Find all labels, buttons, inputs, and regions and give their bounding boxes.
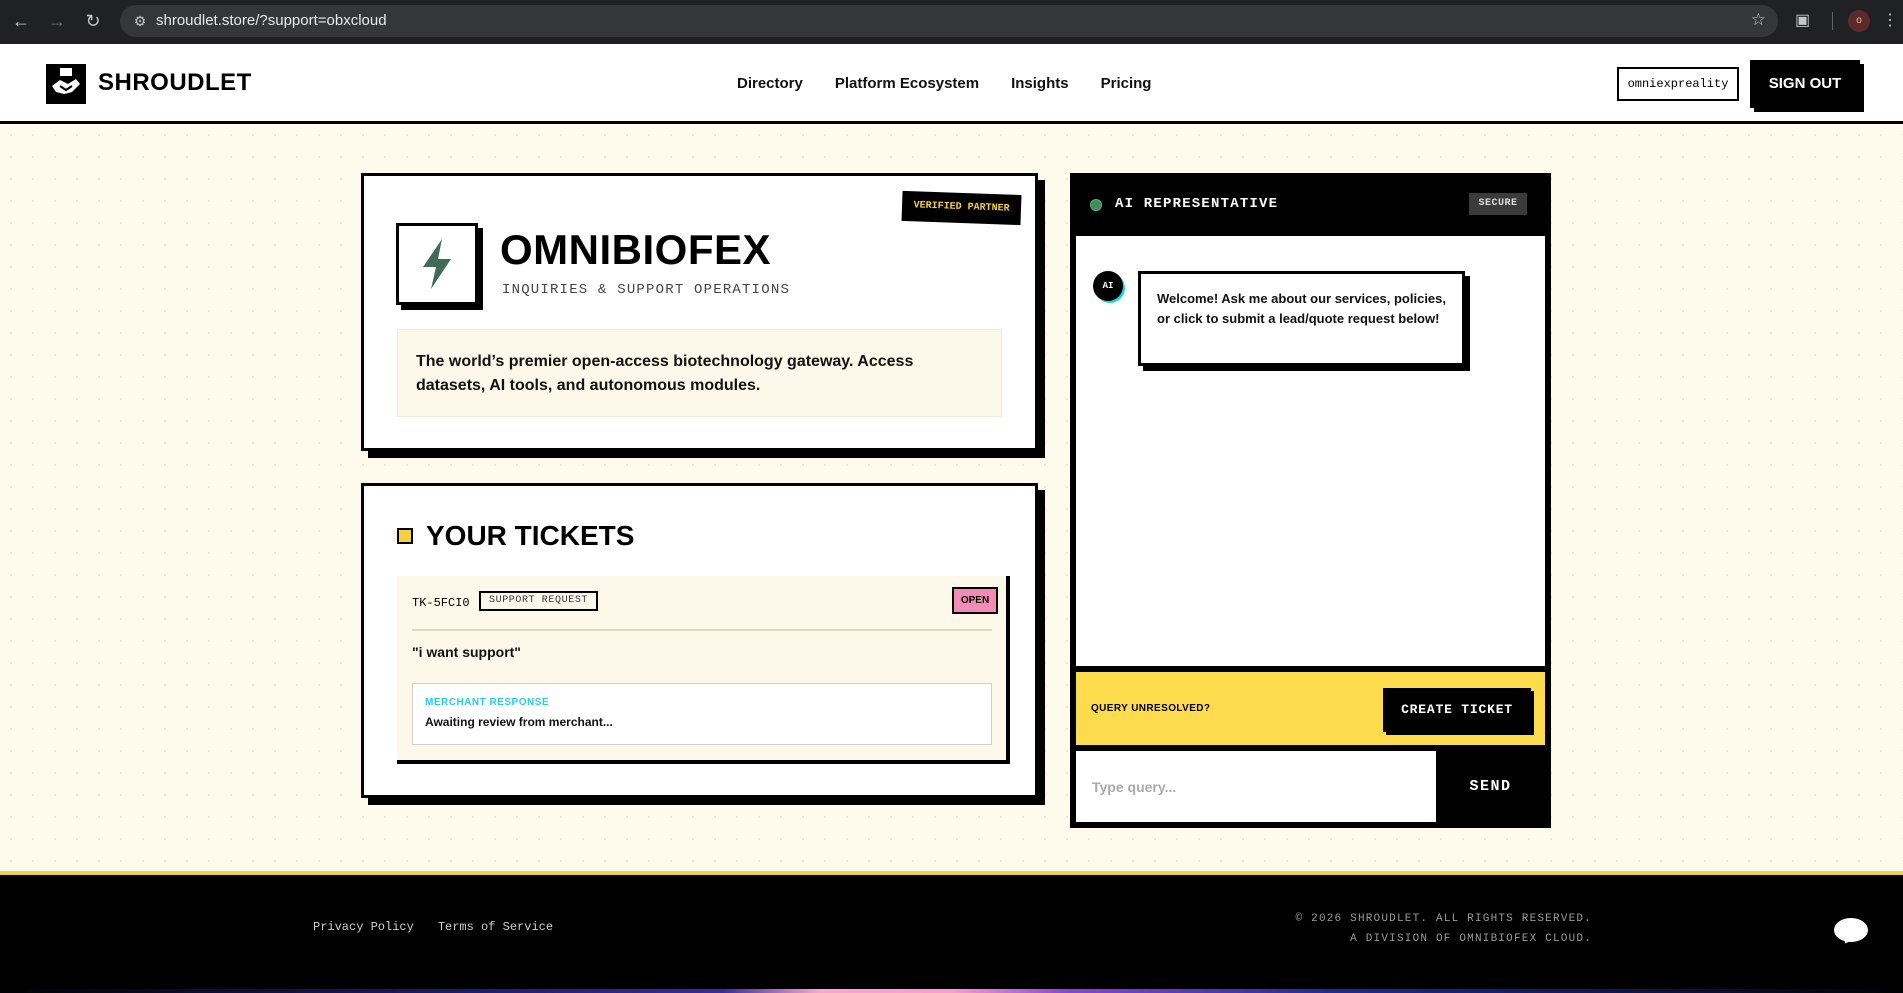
ai-chat-panel: AI REPRESENTATIVE SECURE AI Welcome! Ask… bbox=[1070, 173, 1551, 828]
ticket-item[interactable]: TK-5FCI0 SUPPORT REQUEST OPEN "i want su… bbox=[397, 576, 1010, 764]
send-button[interactable]: SEND bbox=[1436, 751, 1545, 822]
sign-out-button[interactable]: SIGN OUT bbox=[1750, 60, 1860, 108]
chat-messages[interactable]: AI Welcome! Ask me about our services, p… bbox=[1076, 236, 1545, 666]
ticket-type-badge: SUPPORT REQUEST bbox=[479, 591, 599, 611]
logo-text[interactable]: SHROUDLET bbox=[98, 69, 252, 97]
nav-directory[interactable]: Directory bbox=[737, 75, 803, 92]
back-arrow-icon[interactable]: ← bbox=[10, 10, 32, 32]
merchant-response-label: MERCHANT RESPONSE bbox=[425, 697, 550, 708]
merchant-response-box: MERCHANT RESPONSE Awaiting review from m… bbox=[412, 683, 992, 745]
section-square-icon bbox=[397, 528, 413, 544]
ai-avatar: AI bbox=[1093, 271, 1123, 301]
company-card: VERIFIED PARTNER OMNIBIOFEX INQUIRIES & … bbox=[361, 173, 1038, 451]
forward-arrow-icon[interactable]: → bbox=[46, 10, 68, 32]
divider bbox=[412, 629, 992, 631]
footer-gradient-bar bbox=[0, 989, 1903, 993]
chat-query-input[interactable] bbox=[1076, 751, 1436, 822]
browser-toolbar: ← → ↻ ⚙ shroudlet.store/?support=obxclou… bbox=[0, 0, 1903, 44]
merchant-response-text: Awaiting review from merchant... bbox=[425, 715, 613, 729]
address-bar[interactable]: ⚙ shroudlet.store/?support=obxcloud ☆ bbox=[120, 5, 1778, 37]
site-header: SHROUDLET Directory Platform Ecosystem I… bbox=[0, 44, 1903, 124]
kebab-menu-icon[interactable]: ⋮ bbox=[1882, 10, 1898, 30]
query-unresolved-label: QUERY UNRESOLVED? bbox=[1091, 703, 1211, 714]
main-nav: Directory Platform Ecosystem Insights Pr… bbox=[737, 75, 1151, 92]
company-description: The world’s premier open-access biotechn… bbox=[397, 329, 1002, 417]
username-badge[interactable]: omniexpreality bbox=[1617, 67, 1739, 101]
tickets-heading: YOUR TICKETS bbox=[426, 520, 635, 551]
ticket-message: "i want support" bbox=[412, 644, 521, 660]
ticket-status-badge: OPEN bbox=[952, 587, 998, 614]
division-line: A DIVISION OF OMNIBIOFEX CLOUD. bbox=[1350, 933, 1592, 945]
secure-badge: SECURE bbox=[1469, 193, 1527, 215]
create-ticket-button[interactable]: CREATE TICKET bbox=[1383, 688, 1531, 732]
footer-links: Privacy Policy Terms of Service bbox=[313, 920, 553, 934]
company-logo bbox=[396, 223, 478, 305]
tab-search-icon[interactable]: ▣ bbox=[1795, 10, 1810, 30]
profile-avatar[interactable]: o bbox=[1848, 10, 1870, 32]
chat-title: AI REPRESENTATIVE bbox=[1115, 196, 1279, 212]
copyright-line: © 2026 SHROUDLET. ALL RIGHTS RESERVED. bbox=[1295, 913, 1592, 925]
chat-header: AI REPRESENTATIVE SECURE bbox=[1073, 176, 1548, 234]
nav-platform-ecosystem[interactable]: Platform Ecosystem bbox=[835, 75, 979, 92]
toolbar-divider bbox=[1832, 12, 1833, 30]
privacy-policy-link[interactable]: Privacy Policy bbox=[313, 920, 414, 934]
company-name: OMNIBIOFEX bbox=[500, 226, 772, 273]
nav-insights[interactable]: Insights bbox=[1011, 75, 1069, 92]
ai-message-bubble: Welcome! Ask me about our services, poli… bbox=[1138, 271, 1465, 366]
logo-icon[interactable] bbox=[46, 64, 86, 104]
nav-pricing[interactable]: Pricing bbox=[1101, 75, 1152, 92]
footer-copyright: © 2026 SHROUDLET. ALL RIGHTS RESERVED. A… bbox=[1296, 909, 1592, 949]
verified-partner-badge: VERIFIED PARTNER bbox=[901, 190, 1022, 226]
company-subtitle: INQUIRIES & SUPPORT OPERATIONS bbox=[502, 282, 791, 298]
handshake-box-icon bbox=[46, 64, 86, 104]
terms-of-service-link[interactable]: Terms of Service bbox=[438, 920, 553, 934]
site-footer: Privacy Policy Terms of Service © 2026 S… bbox=[0, 871, 1903, 993]
reload-icon[interactable]: ↻ bbox=[82, 10, 104, 32]
online-status-dot bbox=[1090, 199, 1102, 211]
lightning-bolt-icon bbox=[423, 239, 451, 289]
ticket-id: TK-5FCI0 bbox=[412, 596, 470, 610]
site-info-icon[interactable]: ⚙ bbox=[130, 11, 150, 31]
chat-bubble-icon[interactable] bbox=[1834, 918, 1868, 942]
bookmark-star-icon[interactable]: ☆ bbox=[1751, 10, 1766, 30]
create-ticket-bar: QUERY UNRESOLVED? CREATE TICKET bbox=[1076, 669, 1545, 745]
url-text[interactable]: shroudlet.store/?support=obxcloud bbox=[156, 12, 387, 29]
tickets-card: YOUR TICKETS TK-5FCI0 SUPPORT REQUEST OP… bbox=[361, 483, 1038, 798]
